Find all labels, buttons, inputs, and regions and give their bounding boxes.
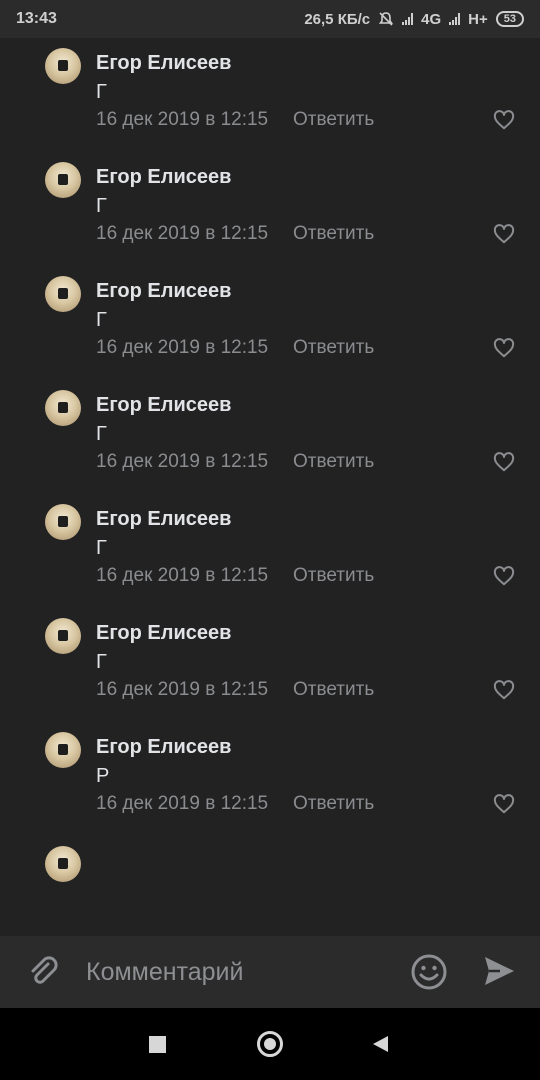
reply-button[interactable]: Ответить xyxy=(293,565,374,587)
network-type: 4G xyxy=(421,10,442,28)
like-heart-icon[interactable] xyxy=(493,566,515,586)
comment-author[interactable]: Егор Елисеев xyxy=(96,736,231,759)
send-icon[interactable] xyxy=(482,954,516,988)
signal-icon xyxy=(402,13,414,25)
comment-author[interactable]: Егор Елисеев xyxy=(96,166,231,189)
avatar[interactable] xyxy=(45,162,81,198)
comment-text: Г xyxy=(96,651,107,673)
comment-author[interactable]: Егор Елисеев xyxy=(96,280,231,303)
like-heart-icon[interactable] xyxy=(493,452,515,472)
like-heart-icon[interactable] xyxy=(493,338,515,358)
comment-item-partial[interactable] xyxy=(0,846,540,936)
battery-indicator: 53 xyxy=(495,11,524,27)
reply-button[interactable]: Ответить xyxy=(293,109,374,131)
like-heart-icon[interactable] xyxy=(493,110,515,130)
home-icon[interactable] xyxy=(254,1028,286,1060)
comment-date: 16 дек 2019 в 12:15 xyxy=(96,451,269,472)
avatar[interactable] xyxy=(45,846,81,882)
comment-text: Г xyxy=(96,423,107,445)
comment-date: 16 дек 2019 в 12:15 xyxy=(96,223,269,244)
reply-button[interactable]: Ответить xyxy=(293,337,374,359)
comment-item[interactable]: Егор Елисеев Г 16 дек 2019 в 12:15 Ответить xyxy=(0,48,540,162)
status-bar: 13:43 26,5 КБ/с 4G H+ 53 xyxy=(0,0,540,38)
status-indicators: 26,5 КБ/с 4G H+ 53 xyxy=(304,11,524,28)
avatar[interactable] xyxy=(45,504,81,540)
comment-date: 16 дек 2019 в 12:15 xyxy=(96,679,269,700)
avatar[interactable] xyxy=(45,618,81,654)
comment-item[interactable]: Егор Елисеев Р 16 дек 2019 в 12:15 Ответить xyxy=(0,732,540,846)
comment-item[interactable]: О16 дек 2019 в 12:15Ответить xyxy=(0,38,540,48)
comment-date: 16 дек 2019 в 12:15 xyxy=(96,109,269,130)
comment-date: 16 дек 2019 в 12:15 xyxy=(96,337,269,358)
reply-button[interactable]: Ответить xyxy=(293,793,374,815)
comment-text: Г xyxy=(96,309,107,331)
comment-author[interactable]: Егор Елисеев xyxy=(96,394,231,417)
like-heart-icon[interactable] xyxy=(493,224,515,244)
muted-bell-icon xyxy=(379,12,394,26)
comment-text: Г xyxy=(96,537,107,559)
comment-input[interactable]: Комментарий xyxy=(86,958,243,987)
signal-icon-2 xyxy=(449,13,461,25)
comment-composer: Комментарий xyxy=(0,936,540,1008)
reply-button[interactable]: Ответить xyxy=(293,451,374,473)
comment-author[interactable]: Егор Елисеев xyxy=(96,52,231,75)
paperclip-icon[interactable] xyxy=(26,954,60,988)
network-speed: 26,5 КБ/с xyxy=(304,10,371,28)
like-heart-icon[interactable] xyxy=(493,794,515,814)
avatar[interactable] xyxy=(45,276,81,312)
avatar[interactable] xyxy=(45,48,81,84)
comment-item[interactable]: Егор Елисеев Г 16 дек 2019 в 12:15 Ответить xyxy=(0,390,540,504)
comment-date: 16 дек 2019 в 12:15 xyxy=(96,793,269,814)
comment-text: Р xyxy=(96,765,110,787)
comment-date: 16 дек 2019 в 12:15 xyxy=(96,565,269,586)
comment-item[interactable]: Егор Елисеев Г 16 дек 2019 в 12:15 Ответить xyxy=(0,162,540,276)
network-type-2: H+ xyxy=(468,10,488,28)
emoji-icon[interactable] xyxy=(410,953,448,991)
avatar[interactable] xyxy=(45,390,81,426)
navigation-bar xyxy=(0,1008,540,1080)
reply-button[interactable]: Ответить xyxy=(293,223,374,245)
comment-author[interactable]: Егор Елисеев xyxy=(96,622,231,645)
recent-apps-icon[interactable] xyxy=(141,1028,173,1060)
like-heart-icon[interactable] xyxy=(493,680,515,700)
reply-button[interactable]: Ответить xyxy=(293,679,374,701)
comments-feed[interactable]: О16 дек 2019 в 12:15ОтветитьЕгор Елисеев… xyxy=(0,38,540,936)
back-icon[interactable] xyxy=(364,1028,396,1060)
status-time: 13:43 xyxy=(16,10,57,27)
avatar[interactable] xyxy=(45,732,81,768)
comment-text: Г xyxy=(96,81,107,103)
comment-author[interactable]: Егор Елисеев xyxy=(96,508,231,531)
comment-item[interactable]: Егор Елисеев Г 16 дек 2019 в 12:15 Ответить xyxy=(0,276,540,390)
comment-text: Г xyxy=(96,195,107,217)
comment-item[interactable]: Егор Елисеев Г 16 дек 2019 в 12:15 Ответить xyxy=(0,504,540,618)
comment-item[interactable]: Егор Елисеев Г 16 дек 2019 в 12:15 Ответить xyxy=(0,618,540,732)
